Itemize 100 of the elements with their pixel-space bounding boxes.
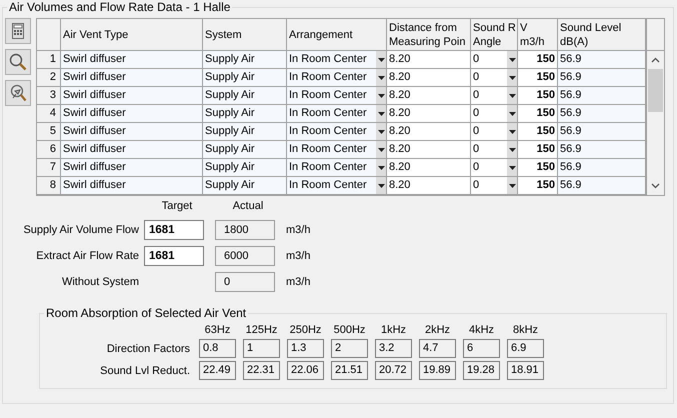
unit-label: m3/h (286, 276, 312, 288)
value-field: 6 (463, 339, 500, 358)
table-cell: 56.9 (558, 159, 646, 177)
dropdown-cell[interactable]: 0 (471, 177, 518, 195)
search-button[interactable] (5, 80, 31, 106)
row-number: 1 (37, 51, 61, 69)
value-field: 2 (331, 339, 368, 358)
caret-icon (508, 166, 516, 170)
value-field: 21.51 (331, 361, 368, 380)
table-cell[interactable]: 8.20 (387, 177, 471, 195)
value-field: 4.7 (419, 339, 456, 358)
row-label: Direction Factors (106, 342, 191, 354)
table-cell: Swirl diffuser (61, 51, 203, 69)
row-number: 5 (37, 123, 61, 141)
scrollbar[interactable] (646, 19, 664, 195)
table-cell: Swirl diffuser (61, 123, 203, 141)
table-cell[interactable]: 8.20 (387, 105, 471, 123)
dropdown-cell[interactable]: In Room Center (287, 87, 387, 105)
dropdown-cell[interactable]: 0 (471, 51, 518, 69)
caret-icon (378, 94, 384, 98)
table-cell[interactable]: 150 (518, 87, 558, 105)
search-button[interactable] (5, 49, 31, 75)
calculator-button[interactable] (5, 18, 31, 44)
dropdown-cell[interactable]: 0 (471, 69, 518, 87)
caret-icon (508, 148, 516, 152)
dropdown-cell[interactable]: In Room Center (287, 69, 387, 87)
table-cell[interactable]: 8.20 (387, 69, 471, 87)
value-field: 22.31 (243, 361, 280, 380)
table-cell[interactable]: 150 (518, 105, 558, 123)
value-field: 3.2 (375, 339, 412, 358)
table-cell[interactable]: 150 (518, 123, 558, 141)
group-title: Air Volumes and Flow Rate Data - 1 Halle (8, 0, 232, 14)
column-label: Target (160, 200, 194, 214)
table-cell[interactable]: 8.20 (387, 51, 471, 69)
row-label: Sound Lvl Reduct. (99, 364, 191, 376)
value-field: 22.49 (199, 361, 236, 380)
caret-icon (508, 58, 516, 62)
dropdown-cell[interactable]: 0 (471, 141, 518, 159)
table-cell: 56.9 (558, 87, 646, 105)
table-cell: Swirl diffuser (61, 87, 203, 105)
table-cell: 56.9 (558, 141, 646, 159)
value-field: 18.91 (507, 361, 544, 380)
column-header: Sound R Angle (471, 19, 518, 51)
table-cell: 56.9 (558, 177, 646, 195)
table-cell: Supply Air (203, 159, 287, 177)
dropdown-cell[interactable]: In Room Center (287, 141, 387, 159)
caret-icon (378, 184, 384, 188)
pin-search-icon (9, 84, 27, 102)
table-cell[interactable]: 8.20 (387, 159, 471, 177)
table-cell: 56.9 (558, 69, 646, 87)
table-cell: Swirl diffuser (61, 105, 203, 123)
table-cell: Supply Air (203, 141, 287, 159)
table-cell[interactable]: 150 (518, 159, 558, 177)
column-header: Air Vent Type (61, 19, 203, 51)
caret-icon (508, 112, 516, 116)
dropdown-cell[interactable]: 0 (471, 123, 518, 141)
caret-icon (378, 148, 384, 152)
dropdown-cell[interactable]: 0 (471, 87, 518, 105)
dropdown-cell[interactable]: 0 (471, 105, 518, 123)
dropdown-cell[interactable]: In Room Center (287, 159, 387, 177)
table-cell[interactable]: 8.20 (387, 87, 471, 105)
scroll-thumb[interactable] (648, 69, 663, 112)
table-cell[interactable]: 150 (518, 177, 558, 195)
unit-label: m3/h (286, 250, 312, 262)
column-header: System (203, 19, 287, 51)
table-cell: Supply Air (203, 51, 287, 69)
value-field: 1 (243, 339, 280, 358)
table-cell[interactable]: 8.20 (387, 141, 471, 159)
table-cell[interactable]: 150 (518, 69, 558, 87)
table-cell[interactable]: 8.20 (387, 123, 471, 141)
frequency-label: 8kHz (512, 324, 540, 336)
table-cell: Supply Air (203, 105, 287, 123)
table-cell: 56.9 (558, 105, 646, 123)
value-field: 0.8 (199, 339, 236, 358)
target-input[interactable]: 1681 (144, 220, 204, 240)
value-field: 1.3 (287, 339, 324, 358)
scroll-down-icon[interactable] (651, 183, 660, 189)
dropdown-cell[interactable]: In Room Center (287, 51, 387, 69)
dropdown-cell[interactable]: In Room Center (287, 123, 387, 141)
table-cell[interactable]: 150 (518, 51, 558, 69)
scroll-up-icon[interactable] (651, 57, 660, 63)
dropdown-cell[interactable]: In Room Center (287, 105, 387, 123)
field-label: Extract Air Flow Rate (35, 250, 139, 262)
column-header: Distance from Measuring Poin (387, 19, 471, 51)
value-field: 6.9 (507, 339, 544, 358)
row-number: 7 (37, 159, 61, 177)
dropdown-cell[interactable]: In Room Center (287, 177, 387, 195)
table-cell[interactable]: 150 (518, 141, 558, 159)
caret-icon (508, 130, 516, 134)
table-cell: Supply Air (203, 87, 287, 105)
field-label: Without System (60, 276, 139, 288)
actual-value: 1800 (215, 220, 275, 240)
frequency-label: 4kHz (468, 324, 496, 336)
row-number: 3 (37, 87, 61, 105)
group-title: Room Absorption of Selected Air Vent (45, 306, 248, 320)
target-input[interactable]: 1681 (144, 246, 204, 266)
calculator-icon (10, 23, 26, 39)
frequency-label: 250Hz (288, 324, 322, 336)
dropdown-cell[interactable]: 0 (471, 159, 518, 177)
value-field: 19.28 (463, 361, 500, 380)
